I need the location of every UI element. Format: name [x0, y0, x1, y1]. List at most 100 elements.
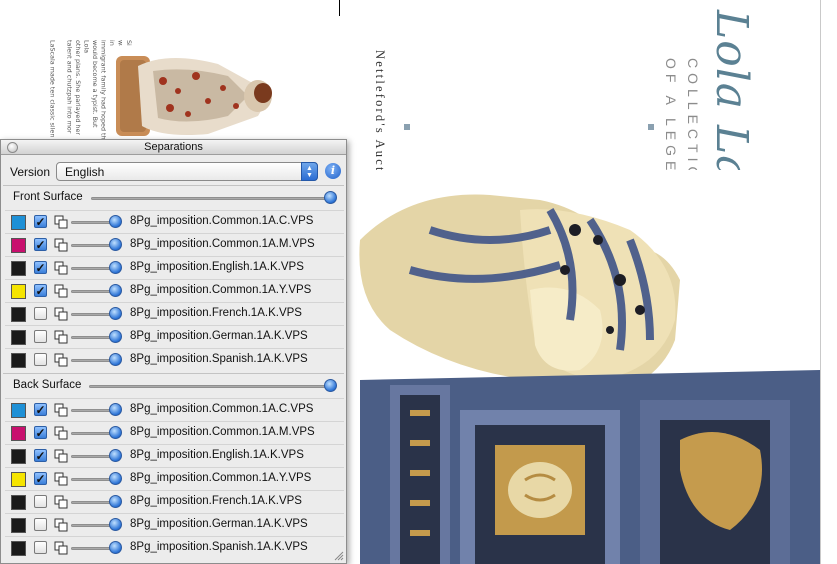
- slider-knob[interactable]: [109, 215, 122, 228]
- info-icon[interactable]: i: [325, 163, 341, 179]
- visibility-checkbox[interactable]: ✓: [34, 261, 47, 274]
- copy-icon[interactable]: [54, 238, 68, 252]
- crop-mark: [339, 0, 340, 16]
- copy-icon[interactable]: [54, 307, 68, 321]
- palette-title: Separations: [144, 141, 203, 153]
- separation-name: 8Pg_imposition.German.1A.K.VPS: [130, 518, 308, 530]
- separation-opacity-slider[interactable]: [71, 501, 113, 504]
- surface-opacity-slider[interactable]: [91, 197, 331, 200]
- slider-knob[interactable]: [109, 472, 122, 485]
- visibility-checkbox[interactable]: [34, 518, 47, 531]
- visibility-checkbox[interactable]: [34, 541, 47, 554]
- color-swatch[interactable]: [11, 238, 26, 253]
- separation-row: ✓ 8Pg_imposition.Common.1A.M.VPS: [5, 421, 344, 444]
- separation-opacity-slider[interactable]: [71, 313, 113, 316]
- separation-opacity-slider[interactable]: [71, 547, 113, 550]
- body-text-line: LaScala made ten classic silen: [48, 40, 57, 138]
- color-swatch[interactable]: [11, 426, 26, 441]
- separation-name: 8Pg_imposition.English.1A.K.VPS: [130, 261, 304, 273]
- copy-icon[interactable]: [54, 449, 68, 463]
- color-swatch[interactable]: [11, 495, 26, 510]
- separation-name: 8Pg_imposition.Common.1A.M.VPS: [130, 426, 315, 438]
- separation-row: ✓ 8Pg_imposition.English.1A.K.VPS: [5, 256, 344, 279]
- slider-knob[interactable]: [109, 307, 122, 320]
- visibility-checkbox[interactable]: ✓: [34, 426, 47, 439]
- separation-opacity-slider[interactable]: [71, 432, 113, 435]
- visibility-checkbox[interactable]: [34, 495, 47, 508]
- copy-icon[interactable]: [54, 403, 68, 417]
- color-swatch[interactable]: [11, 518, 26, 533]
- surface-opacity-slider[interactable]: [89, 385, 331, 388]
- color-swatch[interactable]: [11, 284, 26, 299]
- visibility-checkbox[interactable]: ✓: [34, 472, 47, 485]
- color-swatch[interactable]: [11, 307, 26, 322]
- separation-opacity-slider[interactable]: [71, 455, 113, 458]
- copy-icon[interactable]: [54, 541, 68, 555]
- separation-opacity-slider[interactable]: [71, 336, 113, 339]
- palette-titlebar[interactable]: Separations: [1, 140, 346, 155]
- copy-icon[interactable]: [54, 261, 68, 275]
- visibility-checkbox[interactable]: [34, 330, 47, 343]
- surface-header: Front Surface: [3, 186, 344, 210]
- color-swatch[interactable]: [11, 330, 26, 345]
- color-swatch[interactable]: [11, 472, 26, 487]
- color-swatch[interactable]: [11, 449, 26, 464]
- visibility-checkbox[interactable]: ✓: [34, 238, 47, 251]
- slider-knob[interactable]: [109, 403, 122, 416]
- separation-row: ✓ 8Pg_imposition.Common.1A.Y.VPS: [5, 467, 344, 490]
- slider-knob[interactable]: [109, 426, 122, 439]
- copy-icon[interactable]: [54, 495, 68, 509]
- select-arrows-icon[interactable]: ▲ ▼: [301, 162, 318, 181]
- color-swatch[interactable]: [11, 215, 26, 230]
- separation-row: 8Pg_imposition.French.1A.K.VPS: [5, 490, 344, 513]
- separation-opacity-slider[interactable]: [71, 244, 113, 247]
- ornament-dot: [404, 124, 410, 130]
- separation-row: ✓ 8Pg_imposition.Common.1A.M.VPS: [5, 233, 344, 256]
- copy-icon[interactable]: [54, 472, 68, 486]
- separation-opacity-slider[interactable]: [71, 524, 113, 527]
- color-swatch[interactable]: [11, 541, 26, 556]
- figurine-top-image: [108, 46, 278, 141]
- copy-icon[interactable]: [54, 215, 68, 229]
- slider-knob[interactable]: [109, 261, 122, 274]
- separation-opacity-slider[interactable]: [71, 409, 113, 412]
- version-select[interactable]: English ▲ ▼: [56, 162, 318, 181]
- copy-icon[interactable]: [54, 518, 68, 532]
- surface-label: Back Surface: [13, 379, 82, 391]
- copy-icon[interactable]: [54, 353, 68, 367]
- separation-opacity-slider[interactable]: [71, 290, 113, 293]
- resize-grip-icon[interactable]: [334, 551, 344, 561]
- separation-opacity-slider[interactable]: [71, 359, 113, 362]
- color-swatch[interactable]: [11, 353, 26, 368]
- ornament-dot: [648, 124, 654, 130]
- slider-knob[interactable]: [324, 379, 337, 392]
- separation-opacity-slider[interactable]: [71, 478, 113, 481]
- slider-knob[interactable]: [109, 541, 122, 554]
- slider-knob[interactable]: [109, 330, 122, 343]
- color-swatch[interactable]: [11, 261, 26, 276]
- separation-opacity-slider[interactable]: [71, 221, 113, 224]
- separation-row: ✓ 8Pg_imposition.Common.1A.C.VPS: [5, 210, 344, 233]
- visibility-checkbox[interactable]: ✓: [34, 284, 47, 297]
- slider-knob[interactable]: [109, 518, 122, 531]
- slider-knob[interactable]: [109, 353, 122, 366]
- slider-knob[interactable]: [109, 284, 122, 297]
- visibility-checkbox[interactable]: ✓: [34, 215, 47, 228]
- copy-icon[interactable]: [54, 284, 68, 298]
- slider-knob[interactable]: [109, 449, 122, 462]
- separation-name: 8Pg_imposition.Common.1A.M.VPS: [130, 238, 315, 250]
- slider-knob[interactable]: [109, 495, 122, 508]
- separation-opacity-slider[interactable]: [71, 267, 113, 270]
- copy-icon[interactable]: [54, 330, 68, 344]
- slider-knob[interactable]: [109, 238, 122, 251]
- visibility-checkbox[interactable]: [34, 353, 47, 366]
- slider-knob[interactable]: [324, 191, 337, 204]
- separation-name: 8Pg_imposition.English.1A.K.VPS: [130, 449, 304, 461]
- visibility-checkbox[interactable]: ✓: [34, 403, 47, 416]
- visibility-checkbox[interactable]: ✓: [34, 449, 47, 462]
- separation-row: ✓ 8Pg_imposition.English.1A.K.VPS: [5, 444, 344, 467]
- visibility-checkbox[interactable]: [34, 307, 47, 320]
- version-row: Version English ▲ ▼ i: [1, 161, 346, 183]
- color-swatch[interactable]: [11, 403, 26, 418]
- copy-icon[interactable]: [54, 426, 68, 440]
